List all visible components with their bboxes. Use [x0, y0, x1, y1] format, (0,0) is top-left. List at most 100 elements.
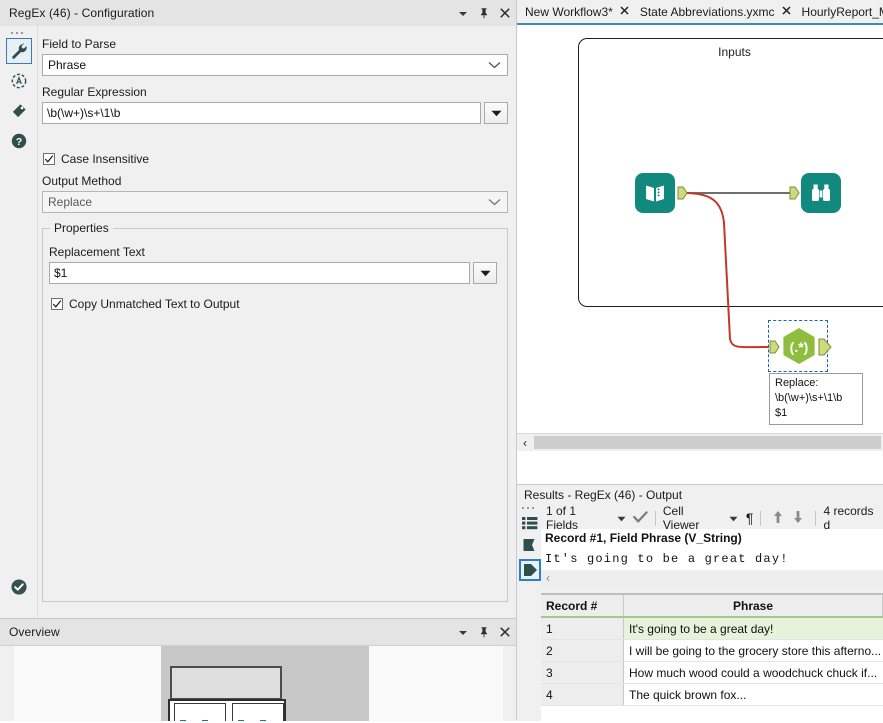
table-row[interactable]: 2 I will be going to the grocery store t… — [541, 639, 883, 662]
overview-panel: Overview — [0, 618, 517, 721]
text-input-tool[interactable] — [635, 173, 675, 213]
tab-new-workflow3[interactable]: New Workflow3* — [523, 0, 638, 24]
column-header-phrase[interactable]: Phrase — [623, 595, 883, 618]
pilcrow-icon[interactable]: ¶ — [746, 510, 754, 526]
canvas-hscrollbar[interactable]: ‹ — [517, 433, 883, 451]
tab-state-abbreviations[interactable]: State Abbreviations.yxmc — [638, 0, 800, 24]
node-annotation-line3: $1 — [775, 407, 788, 419]
cell-record-number: 1 — [541, 617, 624, 640]
replacement-text-dropdown-button[interactable] — [473, 262, 497, 284]
scroll-left-icon[interactable]: ‹ — [541, 571, 550, 585]
svg-text:?: ? — [16, 137, 22, 148]
results-toolbar: 1 of 1 Fields Cell Viewer ¶ 4 records d — [541, 504, 883, 532]
replacement-text-label: Replacement Text — [49, 245, 145, 259]
workflow-tabbar: New Workflow3* State Abbreviations.yxmc … — [517, 0, 883, 25]
copy-unmatched-checkbox[interactable]: Copy Unmatched Text to Output — [51, 297, 240, 311]
overview-mini-flow-1 — [180, 720, 208, 721]
configuration-panel-body: ? Field to Parse Phrase Regular Expressi… — [0, 26, 517, 618]
drag-grip[interactable] — [11, 30, 26, 36]
pin-icon[interactable] — [478, 626, 490, 638]
regular-expression-label: Regular Expression — [42, 85, 147, 99]
case-insensitive-checkbox[interactable]: Case Insensitive — [43, 152, 149, 166]
field-to-parse-select[interactable]: Phrase — [42, 54, 508, 76]
wrench-icon[interactable] — [6, 38, 32, 64]
scroll-thumb[interactable] — [534, 436, 881, 449]
record-count-label: 4 records d — [823, 504, 874, 532]
regex-tool[interactable]: (.*) — [779, 326, 819, 366]
cell-record-number: 3 — [541, 661, 624, 684]
chevron-down-icon[interactable] — [457, 7, 469, 19]
question-icon[interactable]: ? — [6, 128, 32, 154]
output-method-label: Output Method — [42, 174, 122, 188]
overview-canvas[interactable] — [14, 646, 503, 721]
check-icon[interactable] — [632, 510, 648, 526]
regular-expression-input[interactable]: \b(\w+)\s+\1\b — [42, 102, 481, 124]
check-circle-icon[interactable] — [10, 578, 28, 596]
close-icon[interactable] — [499, 626, 511, 638]
messages-icon[interactable] — [520, 535, 539, 554]
field-to-parse-label: Field to Parse — [42, 37, 117, 51]
cell-record-number: 4 — [541, 683, 624, 706]
arrow-down-icon[interactable] — [788, 510, 808, 527]
browse-tool[interactable] — [801, 173, 841, 213]
overview-panel-title: Overview — [9, 625, 60, 639]
list-icon[interactable] — [520, 513, 539, 532]
book-icon — [646, 185, 664, 202]
chevron-down-icon[interactable] — [617, 511, 626, 525]
record-header: Record #1, Field Phrase (V_String) — [541, 529, 883, 548]
chevron-down-icon — [488, 195, 501, 209]
close-icon[interactable] — [499, 7, 511, 19]
output-method-value: Replace — [48, 195, 93, 209]
workflow-canvas[interactable]: Inputs (.*) Replace: \b(\w+)\s+\1\b $1 ‹ — [517, 27, 883, 451]
close-icon[interactable] — [620, 5, 629, 18]
output-method-select[interactable]: Replace — [42, 191, 508, 213]
close-icon[interactable] — [782, 5, 791, 18]
field-to-parse-value: Phrase — [48, 58, 87, 72]
cell-record-number: 2 — [541, 639, 624, 662]
tab-hourly-report[interactable]: HourlyReport_Ma — [800, 0, 883, 24]
input-port[interactable] — [789, 186, 800, 200]
results-table: Record # Phrase 1 It's going to be a gre… — [541, 595, 883, 706]
properties-group: Properties Replacement Text $1 Copy Unma… — [42, 221, 508, 602]
view-selector[interactable]: Cell Viewer — [663, 504, 723, 532]
results-table-container[interactable]: Record # Phrase 1 It's going to be a gre… — [541, 593, 883, 723]
table-row[interactable]: 3 How much wood could a woodchuck chuck … — [541, 661, 883, 684]
tool-container-label: Inputs — [718, 45, 751, 59]
cell-phrase: How much wood could a woodchuck chuck if… — [623, 661, 883, 684]
column-header-record[interactable]: Record # — [541, 595, 624, 618]
scroll-left-icon[interactable]: ‹ — [517, 434, 533, 451]
regex-dropdown-button[interactable] — [484, 102, 508, 124]
input-port[interactable] — [769, 340, 780, 354]
pin-icon[interactable] — [478, 7, 490, 19]
chevron-down-icon[interactable] — [729, 511, 738, 525]
output-port[interactable] — [677, 186, 688, 200]
copy-unmatched-label: Copy Unmatched Text to Output — [69, 297, 240, 311]
cell-phrase: I will be going to the grocery store thi… — [623, 639, 883, 662]
output-port[interactable] — [818, 338, 832, 356]
chevron-down-icon — [488, 58, 501, 72]
tag-icon[interactable] — [6, 98, 32, 124]
table-header-row: Record # Phrase — [541, 595, 883, 618]
drag-grip[interactable] — [522, 507, 537, 509]
chevron-down-icon[interactable] — [457, 626, 469, 638]
overview-node — [202, 720, 208, 721]
overview-node — [180, 720, 186, 721]
regex-hexagon-icon: (.*) — [783, 328, 815, 364]
arrow-up-icon[interactable] — [768, 510, 788, 527]
annotation-icon[interactable] — [6, 68, 32, 94]
configuration-panel-titlebar: RegEx (46) - Configuration — [0, 0, 517, 27]
table-row[interactable]: 1 It's going to be a great day! — [541, 617, 883, 640]
overview-container-thumb — [170, 666, 282, 700]
results-panel: Results - RegEx (46) - Output 1 of 1 Fie… — [517, 484, 883, 723]
tool-container-inputs[interactable]: Inputs — [578, 38, 883, 307]
replacement-text-input[interactable]: $1 — [49, 262, 471, 284]
node-annotation[interactable]: Replace: \b(\w+)\s+\1\b $1 — [769, 373, 863, 425]
results-icon-rail — [517, 505, 541, 721]
configuration-icon-rail: ? — [0, 26, 38, 618]
configuration-panel-title: RegEx (46) - Configuration — [9, 6, 155, 20]
workspace: New Workflow3* State Abbreviations.yxmc … — [517, 0, 883, 723]
output-anchor-icon[interactable] — [519, 559, 541, 581]
table-row[interactable]: 4 The quick brown fox... — [541, 683, 883, 706]
fields-selector[interactable]: 1 of 1 Fields — [546, 504, 611, 532]
record-hscrollbar[interactable]: ‹ — [541, 570, 883, 586]
